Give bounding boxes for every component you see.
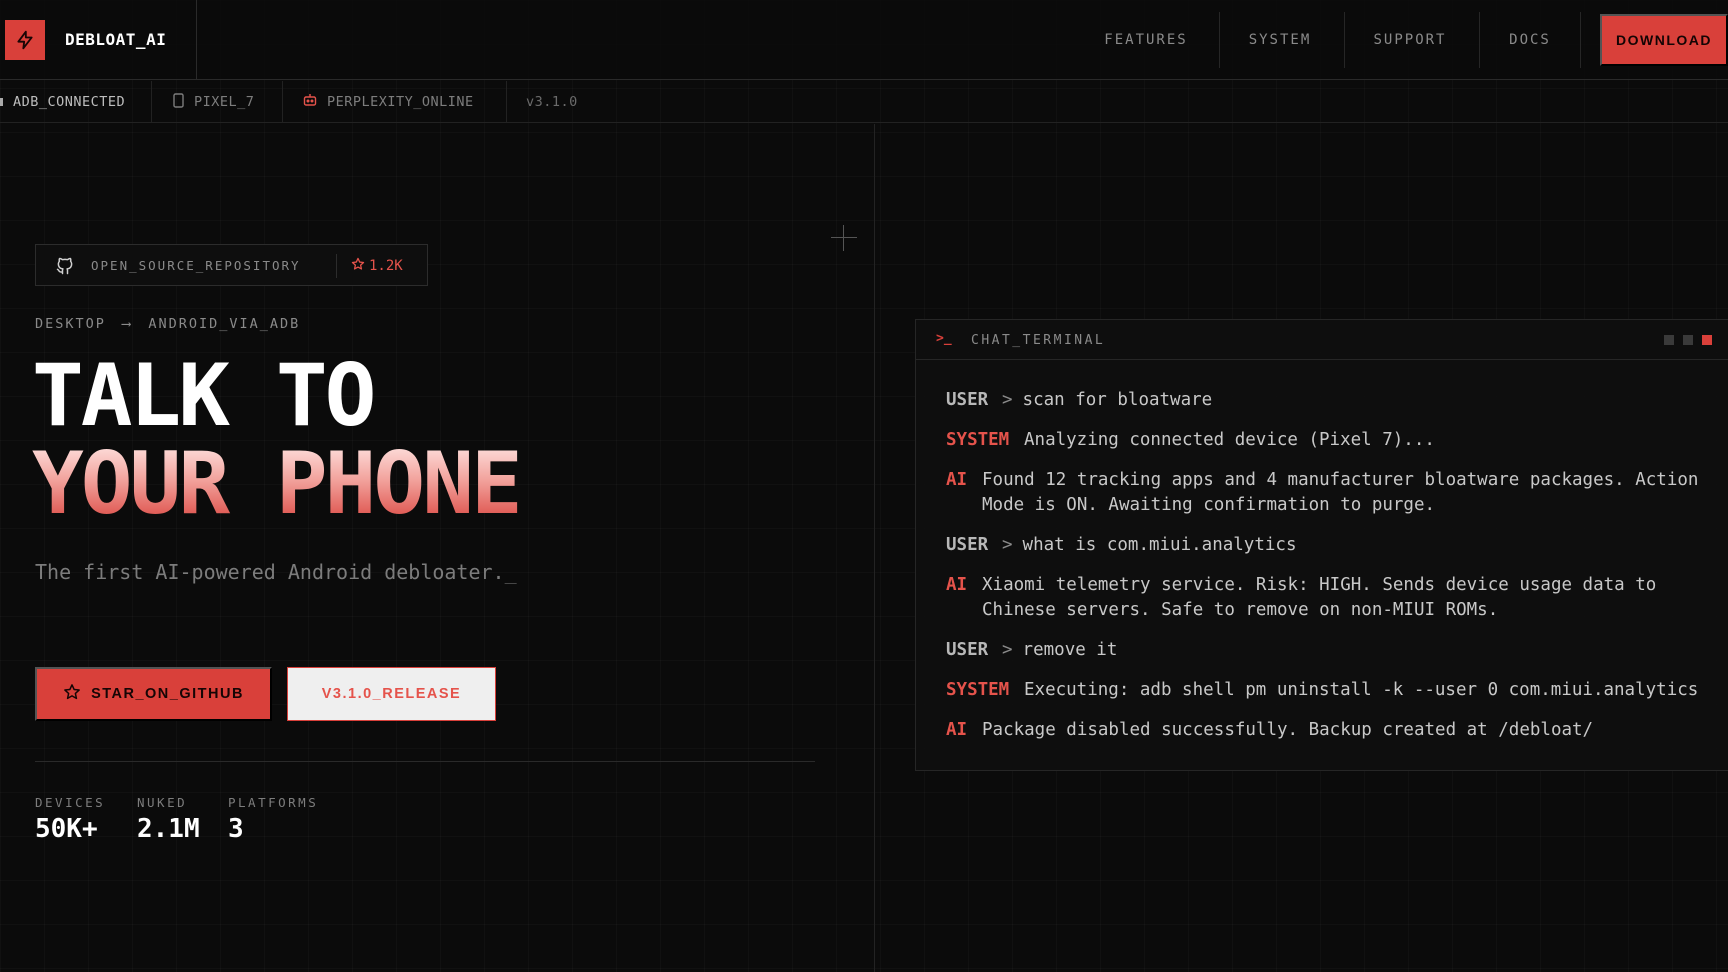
stat-devices: DEVICES 50K+	[35, 795, 105, 844]
status-ai-label: PERPLEXITY_ONLINE	[327, 94, 474, 110]
hero-divider	[35, 761, 815, 762]
stat-label: DEVICES	[35, 795, 106, 810]
star-on-github-label: STAR_ON_GITHUB	[91, 686, 244, 702]
lightning-bolt-icon	[5, 20, 45, 60]
hero-subtitle: The first AI-powered Android debloater._	[35, 560, 517, 584]
terminal-message: AI Xiaomi telemetry service. Risk: HIGH.…	[946, 573, 1716, 623]
download-button[interactable]: DOWNLOAD	[1600, 14, 1728, 66]
status-dot-icon	[0, 98, 3, 106]
message-role: SYSTEM	[946, 680, 1010, 700]
text-cursor: _	[504, 560, 517, 584]
crosshair-icon	[831, 225, 857, 251]
nav-link-features[interactable]: FEATURES	[1080, 0, 1212, 80]
status-ai: PERPLEXITY_ONLINE	[303, 81, 474, 123]
message-body: Analyzing connected device (Pixel 7)...	[1024, 430, 1435, 450]
star-on-github-button[interactable]: STAR_ON_GITHUB	[35, 667, 272, 721]
nav-link-support[interactable]: SUPPORT	[1345, 0, 1475, 80]
message-body: Package disabled successfully. Backup cr…	[982, 720, 1594, 740]
terminal-message: USER > scan for bloatware	[946, 388, 1716, 413]
stat-value: 50K+	[35, 814, 98, 844]
breadcrumb: DESKTOP ⟶ ANDROID_VIA_ADB	[35, 316, 300, 332]
prompt-symbol: >	[1002, 640, 1013, 660]
robot-icon	[303, 93, 317, 111]
message-text: > what is com.miui.analytics	[1002, 533, 1716, 558]
terminal-message: AI Found 12 tracking apps and 4 manufact…	[946, 468, 1716, 518]
chat-terminal: >_ CHAT_TERMINAL USER > scan for bloatwar…	[915, 319, 1728, 771]
message-text: > remove it	[1002, 638, 1716, 663]
repo-badge[interactable]: OPEN_SOURCE_REPOSITORY 1.2K	[35, 244, 428, 286]
status-adb: ADB_CONNECTED	[0, 81, 125, 123]
prompt-symbol: >	[1002, 535, 1013, 555]
message-body: Executing: adb shell pm uninstall -k --u…	[1024, 680, 1699, 700]
repo-label: OPEN_SOURCE_REPOSITORY	[91, 258, 301, 273]
brand[interactable]: DEBLOAT_AI	[0, 0, 197, 80]
status-version-label: v3.1.0	[526, 94, 578, 110]
github-icon	[55, 256, 75, 276]
message-role: SYSTEM	[946, 430, 1010, 450]
stat-label: PLATFORMS	[228, 795, 319, 810]
release-button[interactable]: V3.1.0_RELEASE	[287, 667, 496, 721]
repo-divider	[336, 254, 337, 278]
message-role: USER	[946, 640, 989, 660]
stat-value: 2.1M	[137, 814, 200, 844]
breadcrumb-from: DESKTOP	[35, 316, 106, 332]
stat-platforms: PLATFORMS 3	[228, 795, 318, 844]
status-divider	[151, 81, 152, 123]
status-bar: ADB_CONNECTED PIXEL_7 PERPLEXITY_ONLINE …	[0, 81, 1728, 123]
hero-subtitle-text: The first AI-powered Android debloater.	[35, 560, 505, 584]
repo-stars: 1.2K	[351, 257, 403, 275]
message-role: AI	[946, 720, 968, 740]
terminal-icon: >_	[936, 331, 952, 346]
message-text: > scan for bloatware	[1002, 388, 1716, 413]
top-nav: DEBLOAT_AI FEATURES SYSTEM SUPPORT DOCS …	[0, 0, 1728, 80]
terminal-message: SYSTEM Executing: adb shell pm uninstall…	[946, 678, 1716, 703]
terminal-header: >_ CHAT_TERMINAL	[916, 320, 1728, 360]
terminal-log: USER > scan for bloatware SYSTEM Analyzin…	[916, 360, 1728, 760]
status-device: PIXEL_7	[173, 81, 254, 123]
breadcrumb-to: ANDROID_VIA_ADB	[148, 316, 301, 332]
message-body: remove it	[1022, 640, 1118, 660]
message-body: Found 12 tracking apps and 4 manufacture…	[982, 470, 1699, 515]
arrow-right-icon: ⟶	[122, 316, 133, 332]
stat-label: NUKED	[137, 795, 188, 810]
nav-link-system[interactable]: SYSTEM	[1220, 0, 1340, 80]
hero-title: TALK TO YOUR PHONE	[32, 346, 523, 534]
status-divider	[282, 81, 283, 123]
status-device-label: PIXEL_7	[194, 94, 255, 110]
message-role: USER	[946, 535, 989, 555]
brand-name: DEBLOAT_AI	[65, 30, 167, 49]
window-minimize-button[interactable]	[1664, 335, 1674, 345]
message-body: Xiaomi telemetry service. Risk: HIGH. Se…	[982, 575, 1657, 620]
message-role: AI	[946, 575, 968, 595]
star-icon	[63, 683, 81, 705]
status-adb-label: ADB_CONNECTED	[13, 94, 126, 110]
column-divider	[874, 124, 875, 972]
window-close-button[interactable]	[1702, 335, 1712, 345]
stat-nuked: NUKED 2.1M	[137, 795, 200, 844]
terminal-message: AI Package disabled successfully. Backup…	[946, 718, 1716, 743]
prompt-symbol: >	[1002, 390, 1013, 410]
stat-value: 3	[228, 814, 244, 844]
star-icon	[351, 257, 365, 275]
nav-divider	[1580, 12, 1581, 68]
message-role: USER	[946, 390, 989, 410]
message-body: what is com.miui.analytics	[1022, 535, 1297, 555]
repo-stars-count: 1.2K	[369, 258, 403, 274]
hero-title-line2: YOUR PHONE	[32, 434, 523, 534]
terminal-title: CHAT_TERMINAL	[971, 333, 1106, 348]
window-maximize-button[interactable]	[1683, 335, 1693, 345]
terminal-message: USER > remove it	[946, 638, 1716, 663]
terminal-message: USER > what is com.miui.analytics	[946, 533, 1716, 558]
status-divider	[506, 81, 507, 123]
phone-icon	[173, 92, 184, 112]
status-version: v3.1.0	[526, 81, 578, 123]
nav-link-docs[interactable]: DOCS	[1480, 0, 1580, 80]
terminal-message: SYSTEM Analyzing connected device (Pixel…	[946, 428, 1716, 453]
message-body: scan for bloatware	[1022, 390, 1213, 410]
message-role: AI	[946, 470, 968, 490]
hero-title-line1: TALK TO	[32, 346, 376, 446]
